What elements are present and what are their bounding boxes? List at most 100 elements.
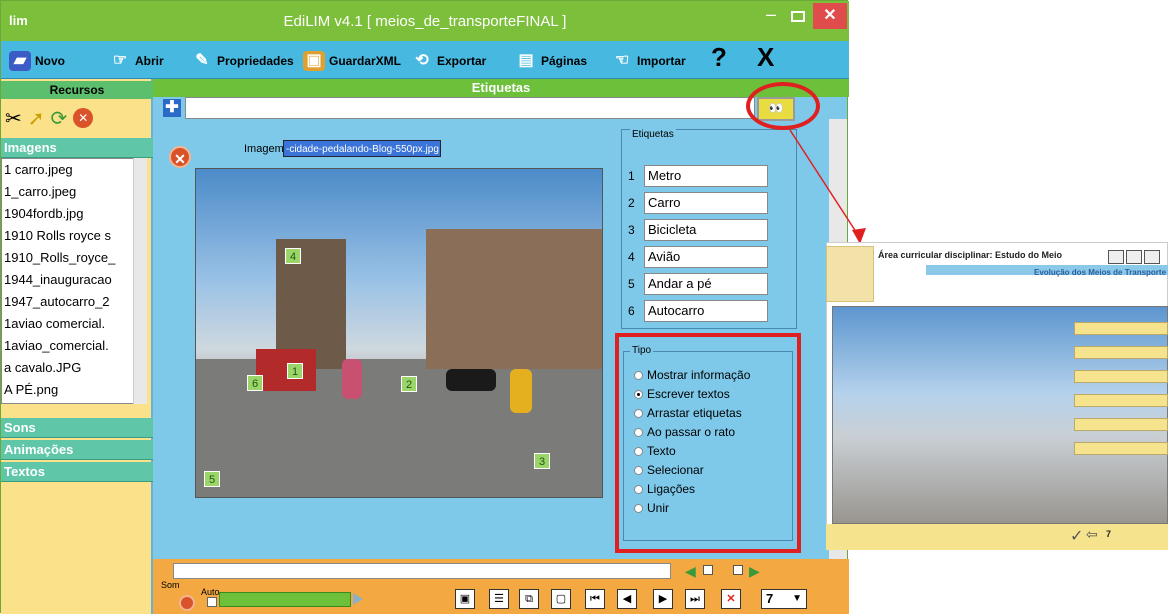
delete-icon[interactable]: ✕ — [73, 108, 94, 128]
etiqueta-field[interactable]: Andar a pé — [644, 273, 768, 295]
label-number-6[interactable]: 6 — [247, 375, 263, 391]
remove-image-button[interactable]: ✕ — [169, 146, 191, 168]
file-list-item[interactable]: A PÉ.png — [2, 379, 134, 401]
importar-button[interactable]: ☜ Importar — [611, 49, 686, 73]
move-left-icon[interactable]: ◀ — [685, 563, 696, 580]
list-icon[interactable]: ☰ — [489, 589, 509, 609]
resource-tools: ✂ ➚ ⟳ ✕ — [5, 103, 149, 133]
preview-label-field[interactable] — [1074, 394, 1168, 407]
label-number-1[interactable]: 1 — [287, 363, 303, 379]
label-number-2[interactable]: 2 — [401, 376, 417, 392]
move-right-icon[interactable]: ▶ — [749, 563, 760, 580]
tipo-option[interactable]: Ao passar o rato — [634, 425, 735, 439]
section-textos[interactable]: Textos — [1, 462, 153, 482]
chevron-down-icon: ▼ — [792, 593, 802, 604]
tipo-option-label: Mostrar informação — [647, 368, 751, 382]
page-text-field[interactable] — [185, 97, 755, 119]
section-animacoes[interactable]: Animações — [1, 440, 153, 460]
open-hand-icon: ☞ — [112, 52, 128, 69]
label-number-5[interactable]: 5 — [204, 471, 220, 487]
copy-page-icon[interactable]: ⧉ — [519, 589, 539, 609]
close-button[interactable]: ✕ — [813, 3, 847, 29]
tools-icon[interactable]: ✂ — [5, 106, 22, 131]
file-list-item[interactable]: 1aviao comercial. — [2, 313, 134, 335]
etiqueta-field[interactable]: Metro — [644, 165, 768, 187]
tipo-option[interactable]: Escrever textos — [634, 387, 730, 401]
exit-button[interactable]: X — [757, 42, 774, 72]
minimize-button[interactable]: – — [761, 5, 781, 27]
help-button[interactable]: ? — [711, 42, 727, 72]
add-folder-icon[interactable]: ➚ — [28, 106, 45, 131]
exportar-button[interactable]: ⟲ Exportar — [411, 49, 486, 73]
maximize-button[interactable] — [791, 11, 805, 22]
abrir-button[interactable]: ☞ Abrir — [109, 49, 164, 73]
propriedades-button[interactable]: ✎ Propriedades — [191, 49, 294, 73]
next-page-icon[interactable]: ▶ — [653, 589, 673, 609]
save-page-icon[interactable]: ▣ — [455, 589, 475, 609]
preview-label-field[interactable] — [1074, 442, 1168, 455]
section-sons[interactable]: Sons — [1, 418, 153, 438]
section-imagens[interactable]: Imagens — [1, 138, 153, 158]
preview-label-field[interactable] — [1074, 346, 1168, 359]
file-list-item[interactable]: 1_carro.jpeg — [2, 181, 134, 203]
novo-button[interactable]: ▰ Novo — [9, 49, 65, 73]
tipo-option[interactable]: Selecionar — [634, 463, 704, 477]
image-filename-field[interactable]: -cidade-pedalando-Blog-550px.jpg — [283, 140, 441, 157]
preview-street-photo — [832, 306, 1168, 524]
auto-checkbox[interactable] — [207, 597, 217, 607]
file-list-item[interactable]: 1910 Rolls royce s — [2, 225, 134, 247]
pages-icon: ▤ — [518, 52, 534, 69]
image-file-list[interactable]: 1 carro.jpeg 1_carro.jpeg 1904fordb.jpg 191… — [1, 158, 147, 404]
propriedades-label: Propriedades — [217, 54, 294, 68]
tipo-option[interactable]: Arrastar etiquetas — [634, 406, 742, 420]
preview-label-field[interactable] — [1074, 370, 1168, 383]
file-list-item[interactable]: 1 carro.jpeg — [2, 159, 134, 181]
delete-page-icon[interactable]: ✕ — [721, 589, 741, 609]
etiqueta-field[interactable]: Autocarro — [644, 300, 768, 322]
new-page-icon[interactable]: ▢ — [551, 589, 571, 609]
preview-info-icon[interactable] — [1108, 250, 1124, 264]
preview-back-icon[interactable]: ⇦ — [1086, 526, 1098, 543]
file-list-item[interactable]: 1aviao_comercial. — [2, 335, 134, 357]
preview-window-icon[interactable] — [1144, 250, 1160, 264]
tipo-option[interactable]: Texto — [634, 444, 676, 458]
radio-icon — [634, 446, 643, 456]
preview-label-field[interactable] — [1074, 322, 1168, 335]
previous-page-icon[interactable]: ◀ — [617, 589, 637, 609]
add-icon[interactable]: ✚ — [163, 99, 181, 117]
page-number-select[interactable]: 7 ▼ — [761, 589, 807, 609]
file-list-item[interactable]: 1944_inauguracao — [2, 269, 134, 291]
etiqueta-field[interactable]: Avião — [644, 246, 768, 268]
page-number-value: 7 — [766, 591, 774, 606]
file-list-item[interactable]: 1904fordb.jpg — [2, 203, 134, 225]
etiqueta-row: 1 Metro — [628, 164, 768, 188]
preview-check-icon[interactable]: ✓ — [1070, 526, 1083, 546]
file-list-scrollbar[interactable] — [133, 158, 147, 404]
file-list-item[interactable]: anadra.jpg — [2, 401, 134, 403]
checkbox-right[interactable] — [733, 565, 743, 575]
tipo-option[interactable]: Unir — [634, 501, 669, 515]
label-number-3[interactable]: 3 — [534, 453, 550, 469]
label-number-4[interactable]: 4 — [285, 248, 301, 264]
file-list-item[interactable]: a cavalo.JPG — [2, 357, 134, 379]
save-box-icon: ▣ — [303, 51, 325, 71]
last-page-icon[interactable]: ⏭ — [685, 589, 705, 609]
checkbox-left[interactable] — [703, 565, 713, 575]
refresh-icon[interactable]: ⟳ — [51, 106, 68, 131]
guardarxml-button[interactable]: ▣ GuardarXML — [303, 49, 401, 73]
file-list-item[interactable]: 1910_Rolls_royce_ — [2, 247, 134, 269]
first-page-icon[interactable]: ⏮ — [585, 589, 605, 609]
etiqueta-field[interactable]: Carro — [644, 192, 768, 214]
preview-label-field[interactable] — [1074, 418, 1168, 431]
preview-sound-icon[interactable] — [1126, 250, 1142, 264]
tipo-option[interactable]: Mostrar informação — [634, 368, 750, 382]
etiqueta-field[interactable]: Bicicleta — [644, 219, 768, 241]
tipo-option[interactable]: Ligações — [634, 482, 695, 496]
sound-remove-icon[interactable] — [179, 595, 195, 611]
page-info-field[interactable] — [173, 563, 671, 579]
etiqueta-row: 4 Avião — [628, 245, 768, 269]
paginas-button[interactable]: ▤ Páginas — [515, 49, 587, 73]
play-icon[interactable] — [353, 593, 363, 605]
tipo-legend: Tipo — [630, 345, 654, 356]
file-list-item[interactable]: 1947_autocarro_2 — [2, 291, 134, 313]
